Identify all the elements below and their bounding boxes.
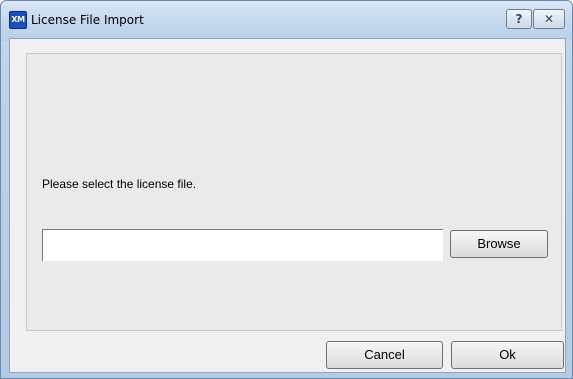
dialog-window: XM License File Import ? ✕ Please select… [0,0,573,379]
prompt-label: Please select the license file. [42,177,197,191]
cancel-button[interactable]: Cancel [326,341,443,369]
dialog-body: Please select the license file. Browse C… [9,38,566,373]
license-file-path-input[interactable] [42,229,443,261]
close-button[interactable]: ✕ [533,9,565,29]
question-mark-icon: ? [515,12,523,26]
help-button[interactable]: ? [506,9,532,29]
ok-button[interactable]: Ok [451,341,564,369]
title-bar[interactable]: XM License File Import ? ✕ [1,1,572,41]
app-logo-icon: XM [9,11,27,29]
browse-button[interactable]: Browse [450,230,548,258]
close-icon: ✕ [543,12,555,26]
window-title: License File Import [31,13,144,27]
content-panel [26,53,562,331]
